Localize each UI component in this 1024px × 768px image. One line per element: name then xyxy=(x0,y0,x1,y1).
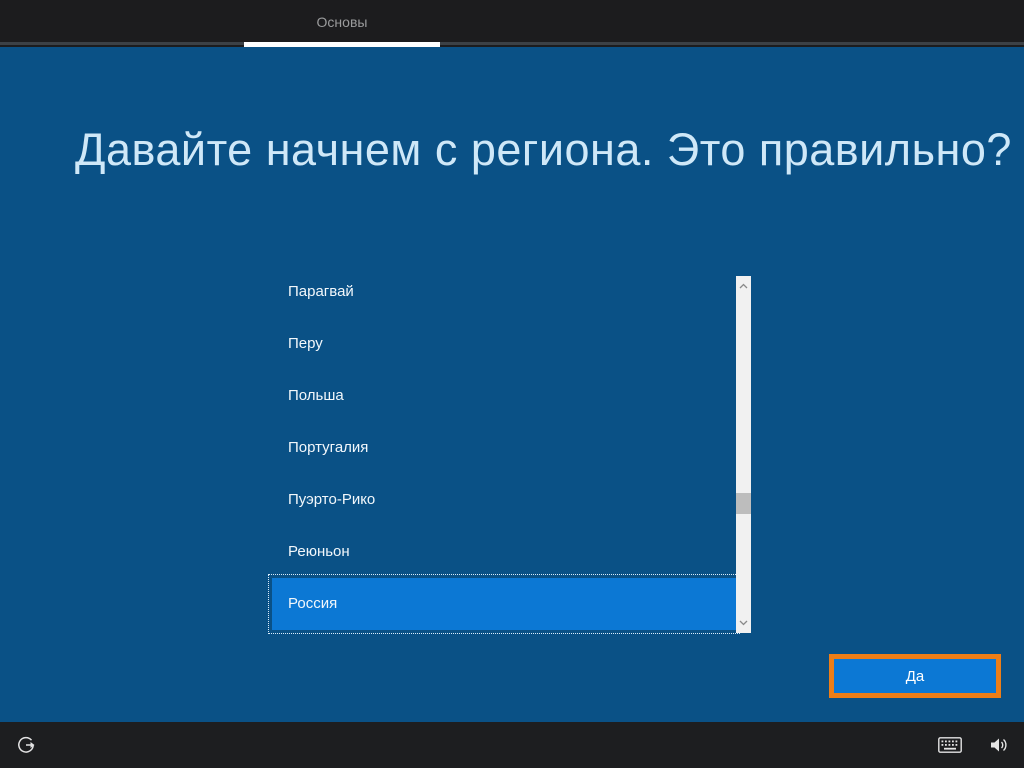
region-option[interactable]: Португалия xyxy=(272,422,736,474)
oobe-region-screen: Основы Давайте начнем с региона. Это пра… xyxy=(0,0,1024,768)
page-title: Давайте начнем с региона. Это правильно? xyxy=(75,124,975,176)
ease-of-access-icon[interactable] xyxy=(12,722,40,768)
tab-basics[interactable]: Основы xyxy=(244,0,440,47)
scroll-down-arrow[interactable] xyxy=(736,615,751,631)
keyboard-icon[interactable] xyxy=(934,722,966,768)
scrollbar[interactable] xyxy=(736,276,751,633)
tab-active-indicator xyxy=(244,42,440,47)
region-option[interactable]: Польша xyxy=(272,370,736,422)
scroll-up-arrow[interactable] xyxy=(736,278,751,294)
topbar: Основы xyxy=(0,0,1024,47)
region-option[interactable]: Перу xyxy=(272,318,736,370)
region-option[interactable]: Пуэрто-Рико xyxy=(272,474,736,526)
scroll-thumb[interactable] xyxy=(736,493,751,514)
bottombar xyxy=(0,722,1024,768)
yes-button[interactable]: Да xyxy=(829,654,1001,698)
region-option-selected[interactable]: Россия xyxy=(272,578,736,630)
region-option[interactable]: Парагвай xyxy=(272,266,736,318)
volume-icon[interactable] xyxy=(984,722,1014,768)
region-option[interactable]: Реюньон xyxy=(272,526,736,578)
topbar-divider xyxy=(0,42,1024,45)
tab-basics-label: Основы xyxy=(317,0,368,44)
region-list: Парагвай Перу Польша Португалия Пуэрто-Р… xyxy=(272,266,736,630)
